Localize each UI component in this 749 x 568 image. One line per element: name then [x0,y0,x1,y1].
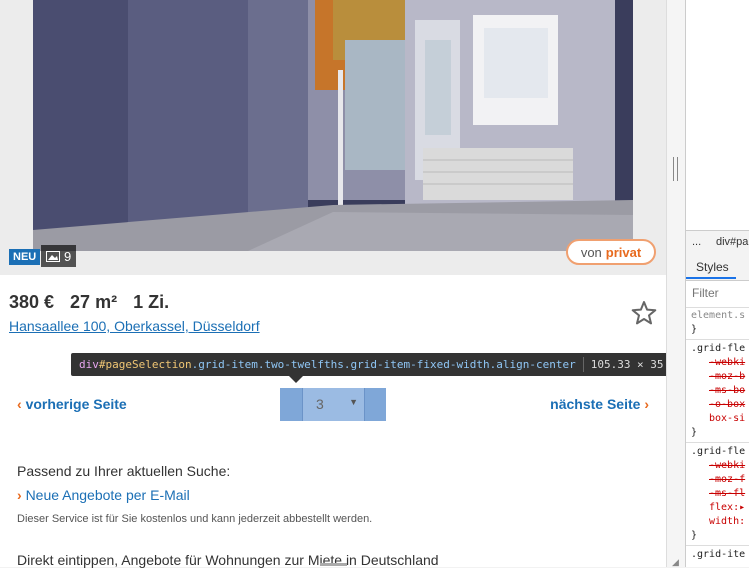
rule-close: } [691,530,698,541]
seller-type-badge: von privat [566,239,656,265]
rule-property[interactable]: -moz-b [691,370,749,384]
rule-property[interactable]: -ms-fl [691,487,749,501]
rule-property[interactable]: -webki [691,356,749,370]
devtools-panel: ... div#pa Styles element.s } .grid-fle … [685,0,749,567]
next-page-label: nächste Seite [550,396,641,412]
next-page-link[interactable]: nächste Seite › [550,396,649,412]
previous-page-link[interactable]: ‹ vorherige Seite [17,396,127,412]
email-alert-link[interactable]: › Neue Angebote per E-Mail [17,487,190,503]
devtools-breadcrumb: ... div#pa [686,230,749,256]
suggestion-title: Passend zu Ihrer aktuellen Suche: [17,463,231,479]
room-photo-image [33,0,633,251]
price: 380 € [9,292,55,312]
styles-filter [686,281,749,308]
scroll-handle[interactable] [320,563,347,566]
rule-selector[interactable]: .grid-fle [691,445,749,459]
seller-badge-von: von [580,244,602,260]
style-rule: element.s } [686,307,749,340]
living-space: 27 m² [70,292,118,312]
page-select[interactable]: 3 ▼ [302,388,365,421]
chevron-right-icon: › [644,396,649,412]
rule-close: } [691,324,698,335]
email-alert-label: Neue Angebote per E-Mail [25,487,190,503]
active-tab-indicator [686,277,736,279]
listing-card: NEU 9 von privat 380 € 27 m² 1 Zi. Hansa… [0,0,667,568]
breadcrumb-item[interactable]: div#pa [716,236,748,248]
photo-count-badge[interactable]: 9 [41,245,77,267]
dropdown-arrow-icon: ▼ [349,397,358,407]
rule-property[interactable]: -ms-bo [691,384,749,398]
rule-property[interactable]: -webki [691,459,749,473]
suggestion-note: Dieser Service ist für Sie kostenlos und… [17,513,373,525]
tab-styles[interactable]: Styles [696,260,729,274]
seller-badge-type: privat [605,244,642,260]
listing-photo[interactable] [33,0,633,251]
address-link[interactable]: Hansaallee 100, Oberkassel, Düsseldorf [9,318,260,334]
chevron-left-icon: ‹ [17,396,22,412]
previous-page-label: vorherige Seite [25,396,127,412]
listing-info: 380 € 27 m² 1 Zi. Hansaallee 100, Oberka… [0,275,666,356]
browser-page: NEU 9 von privat 380 € 27 m² 1 Zi. Hansa… [0,0,672,568]
rule-selector[interactable]: .grid-ite [691,548,749,562]
new-badge: NEU [9,249,41,265]
tooltip-arrow [289,376,303,383]
rule-property[interactable]: -o-box [691,398,749,412]
style-rule: .grid-fle -webki -moz-b -ms-bo -o-box bo… [686,340,749,443]
key-facts: 380 € 27 m² 1 Zi. [9,292,169,313]
image-icon [46,250,60,262]
style-rule: .grid-fle -webki -moz-f -ms-fl flex:▸ wi… [686,443,749,546]
tooltip-dimensions: 105.33 × 35 [590,358,664,371]
tooltip-id: #pageSelection [98,358,192,371]
tooltip-classes: .grid-item.two-twelfths.grid-item-fixed-… [191,358,576,371]
rule-selector[interactable]: .grid-fle [691,342,749,356]
devtools-elements-area [686,0,749,230]
rule-property[interactable]: box-si [691,412,749,426]
tooltip-separator [582,357,584,372]
styles-filter-input[interactable] [692,286,748,300]
devtools-tabs: Styles [686,255,749,281]
splitter-grip-icon[interactable] [673,157,678,181]
photo-area: NEU 9 von privat [0,0,666,275]
rooms: 1 Zi. [133,292,170,312]
rule-selector[interactable]: element.s [691,309,749,323]
photo-count: 9 [64,248,72,264]
inspector-tooltip: div #pageSelection .grid-item.two-twelfths… [71,353,672,376]
search-suggestion: Passend zu Ihrer aktuellen Suche: › Neue… [0,437,666,568]
tooltip-tag: div [79,358,99,371]
star-icon[interactable] [630,299,658,327]
style-rule: .grid-ite [686,546,749,564]
breadcrumb-more[interactable]: ... [692,236,701,248]
suggestion-more-text: Direkt eintippen, Angebote für Wohnungen… [17,552,439,568]
resize-corner-icon[interactable]: ◢ [672,557,679,568]
chevron-right-icon: › [17,487,22,503]
rule-close: } [691,427,698,438]
rule-property[interactable]: flex:▸ [691,501,749,515]
rule-property[interactable]: -moz-f [691,473,749,487]
rule-property[interactable]: width: [691,515,749,529]
page-select-value: 3 [316,396,324,412]
styles-rules: element.s } .grid-fle -webki -moz-b -ms-… [686,307,749,567]
devtools-splitter[interactable] [666,0,686,567]
